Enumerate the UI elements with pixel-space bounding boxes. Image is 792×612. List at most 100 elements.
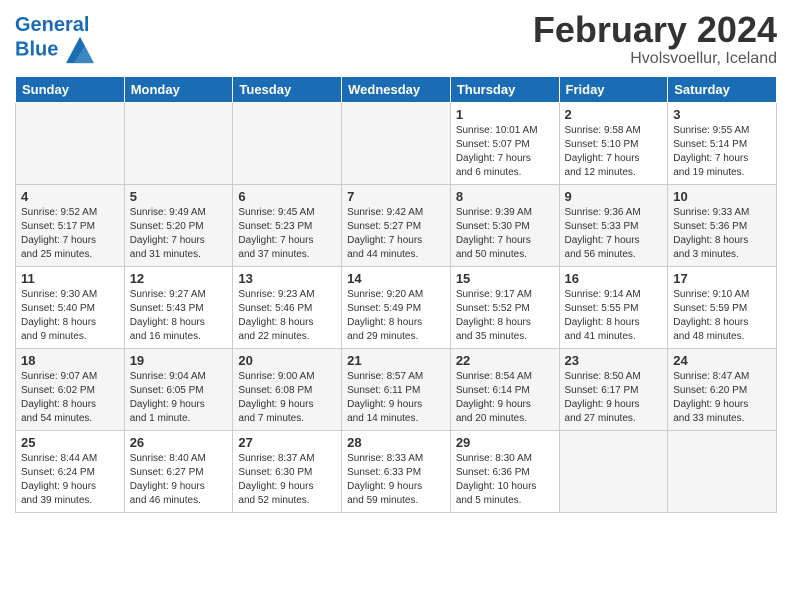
calendar-day-cell [668,430,777,512]
day-info: Sunrise: 9:00 AM Sunset: 6:08 PM Dayligh… [238,370,336,426]
calendar-day-cell [124,102,233,184]
calendar-day-cell: 11 Sunrise: 9:30 AM Sunset: 5:40 PM Dayli… [16,266,125,348]
calendar-day-cell: 5Sunrise: 9:49 AM Sunset: 5:20 PM Daylig… [124,184,233,266]
day-number: 14 [347,271,445,286]
day-of-week-header: Tuesday [233,76,342,102]
calendar-header-row: SundayMondayTuesdayWednesdayThursdayFrid… [16,76,777,102]
day-number: 13 [238,271,336,286]
day-info: Sunrise: 8:57 AM Sunset: 6:11 PM Dayligh… [347,370,445,426]
day-info: Sunrise: 9:45 AM Sunset: 5:23 PM Dayligh… [238,206,336,262]
day-number: 23 [565,353,663,368]
day-info: Sunrise: 9:49 AM Sunset: 5:20 PM Dayligh… [130,206,228,262]
day-number: 26 [130,435,228,450]
day-number: 9 [565,189,663,204]
day-info: Sunrise: 9:33 AM Sunset: 5:36 PM Dayligh… [673,206,771,262]
day-number: 22 [456,353,554,368]
calendar-day-cell: 28 Sunrise: 8:33 AM Sunset: 6:33 PM Dayli… [342,430,451,512]
day-number: 25 [21,435,119,450]
calendar-day-cell: 21 Sunrise: 8:57 AM Sunset: 6:11 PM Dayli… [342,348,451,430]
day-info: Sunrise: 9:20 AM Sunset: 5:49 PM Dayligh… [347,288,445,344]
calendar-day-cell: 10 Sunrise: 9:33 AM Sunset: 5:36 PM Dayli… [668,184,777,266]
calendar-day-cell [342,102,451,184]
day-info: Sunrise: 8:40 AM Sunset: 6:27 PM Dayligh… [130,452,228,508]
calendar-day-cell: 9 Sunrise: 9:36 AM Sunset: 5:33 PM Daylig… [559,184,668,266]
logo-text2: Blue [15,36,94,64]
day-number: 19 [130,353,228,368]
day-of-week-header: Thursday [450,76,559,102]
calendar-day-cell: 12 Sunrise: 9:27 AM Sunset: 5:43 PM Dayli… [124,266,233,348]
day-number: 11 [21,271,119,286]
month-title: February 2024 [533,10,777,50]
calendar-day-cell: 8 Sunrise: 9:39 AM Sunset: 5:30 PM Daylig… [450,184,559,266]
day-info: Sunrise: 9:27 AM Sunset: 5:43 PM Dayligh… [130,288,228,344]
day-number: 8 [456,189,554,204]
calendar-week-row: 25Sunrise: 8:44 AM Sunset: 6:24 PM Dayli… [16,430,777,512]
page-header: General Blue February 2024 Hvolsvoellur,… [15,10,777,68]
logo: General Blue [15,14,94,64]
logo-text: General [15,14,94,36]
calendar-day-cell [233,102,342,184]
day-of-week-header: Sunday [16,76,125,102]
calendar-week-row: 1Sunrise: 10:01 AM Sunset: 5:07 PM Dayli… [16,102,777,184]
day-info: Sunrise: 9:14 AM Sunset: 5:55 PM Dayligh… [565,288,663,344]
day-number: 17 [673,271,771,286]
day-info: Sunrise: 10:01 AM Sunset: 5:07 PM Daylig… [456,124,554,180]
calendar-day-cell: 19 Sunrise: 9:04 AM Sunset: 6:05 PM Dayli… [124,348,233,430]
calendar-day-cell: 24 Sunrise: 8:47 AM Sunset: 6:20 PM Dayli… [668,348,777,430]
day-info: Sunrise: 9:04 AM Sunset: 6:05 PM Dayligh… [130,370,228,426]
day-info: Sunrise: 9:30 AM Sunset: 5:40 PM Dayligh… [21,288,119,344]
day-number: 27 [238,435,336,450]
calendar-day-cell: 25Sunrise: 8:44 AM Sunset: 6:24 PM Dayli… [16,430,125,512]
day-of-week-header: Friday [559,76,668,102]
day-number: 16 [565,271,663,286]
day-number: 3 [673,107,771,122]
calendar-day-cell: 2 Sunrise: 9:58 AM Sunset: 5:10 PM Daylig… [559,102,668,184]
location-subtitle: Hvolsvoellur, Iceland [533,50,777,68]
day-info: Sunrise: 9:55 AM Sunset: 5:14 PM Dayligh… [673,124,771,180]
calendar-day-cell: 6 Sunrise: 9:45 AM Sunset: 5:23 PM Daylig… [233,184,342,266]
day-info: Sunrise: 8:33 AM Sunset: 6:33 PM Dayligh… [347,452,445,508]
day-number: 28 [347,435,445,450]
day-info: Sunrise: 8:47 AM Sunset: 6:20 PM Dayligh… [673,370,771,426]
calendar-day-cell: 18 Sunrise: 9:07 AM Sunset: 6:02 PM Dayli… [16,348,125,430]
day-of-week-header: Saturday [668,76,777,102]
day-info: Sunrise: 9:17 AM Sunset: 5:52 PM Dayligh… [456,288,554,344]
day-number: 24 [673,353,771,368]
calendar-day-cell: 26 Sunrise: 8:40 AM Sunset: 6:27 PM Dayli… [124,430,233,512]
calendar-day-cell: 27 Sunrise: 8:37 AM Sunset: 6:30 PM Dayli… [233,430,342,512]
calendar-day-cell [16,102,125,184]
day-info: Sunrise: 9:10 AM Sunset: 5:59 PM Dayligh… [673,288,771,344]
calendar-day-cell: 4Sunrise: 9:52 AM Sunset: 5:17 PM Daylig… [16,184,125,266]
logo-icon [66,36,94,64]
day-of-week-header: Monday [124,76,233,102]
day-info: Sunrise: 8:50 AM Sunset: 6:17 PM Dayligh… [565,370,663,426]
day-info: Sunrise: 9:52 AM Sunset: 5:17 PM Dayligh… [21,206,119,262]
day-info: Sunrise: 9:07 AM Sunset: 6:02 PM Dayligh… [21,370,119,426]
calendar-day-cell: 22Sunrise: 8:54 AM Sunset: 6:14 PM Dayli… [450,348,559,430]
calendar-day-cell: 13 Sunrise: 9:23 AM Sunset: 5:46 PM Dayli… [233,266,342,348]
calendar-day-cell: 16 Sunrise: 9:14 AM Sunset: 5:55 PM Dayli… [559,266,668,348]
day-number: 12 [130,271,228,286]
calendar-day-cell: 1Sunrise: 10:01 AM Sunset: 5:07 PM Dayli… [450,102,559,184]
day-number: 29 [456,435,554,450]
day-info: Sunrise: 9:23 AM Sunset: 5:46 PM Dayligh… [238,288,336,344]
calendar-day-cell: 29Sunrise: 8:30 AM Sunset: 6:36 PM Dayli… [450,430,559,512]
day-number: 7 [347,189,445,204]
day-number: 2 [565,107,663,122]
calendar-day-cell: 14 Sunrise: 9:20 AM Sunset: 5:49 PM Dayli… [342,266,451,348]
day-number: 6 [238,189,336,204]
calendar-day-cell [559,430,668,512]
day-number: 10 [673,189,771,204]
day-info: Sunrise: 9:36 AM Sunset: 5:33 PM Dayligh… [565,206,663,262]
calendar-day-cell: 20Sunrise: 9:00 AM Sunset: 6:08 PM Dayli… [233,348,342,430]
day-info: Sunrise: 9:58 AM Sunset: 5:10 PM Dayligh… [565,124,663,180]
calendar-day-cell: 15Sunrise: 9:17 AM Sunset: 5:52 PM Dayli… [450,266,559,348]
day-of-week-header: Wednesday [342,76,451,102]
calendar-week-row: 18 Sunrise: 9:07 AM Sunset: 6:02 PM Dayli… [16,348,777,430]
day-number: 18 [21,353,119,368]
calendar-week-row: 4Sunrise: 9:52 AM Sunset: 5:17 PM Daylig… [16,184,777,266]
calendar-day-cell: 3 Sunrise: 9:55 AM Sunset: 5:14 PM Daylig… [668,102,777,184]
day-info: Sunrise: 8:37 AM Sunset: 6:30 PM Dayligh… [238,452,336,508]
day-info: Sunrise: 9:39 AM Sunset: 5:30 PM Dayligh… [456,206,554,262]
day-number: 21 [347,353,445,368]
